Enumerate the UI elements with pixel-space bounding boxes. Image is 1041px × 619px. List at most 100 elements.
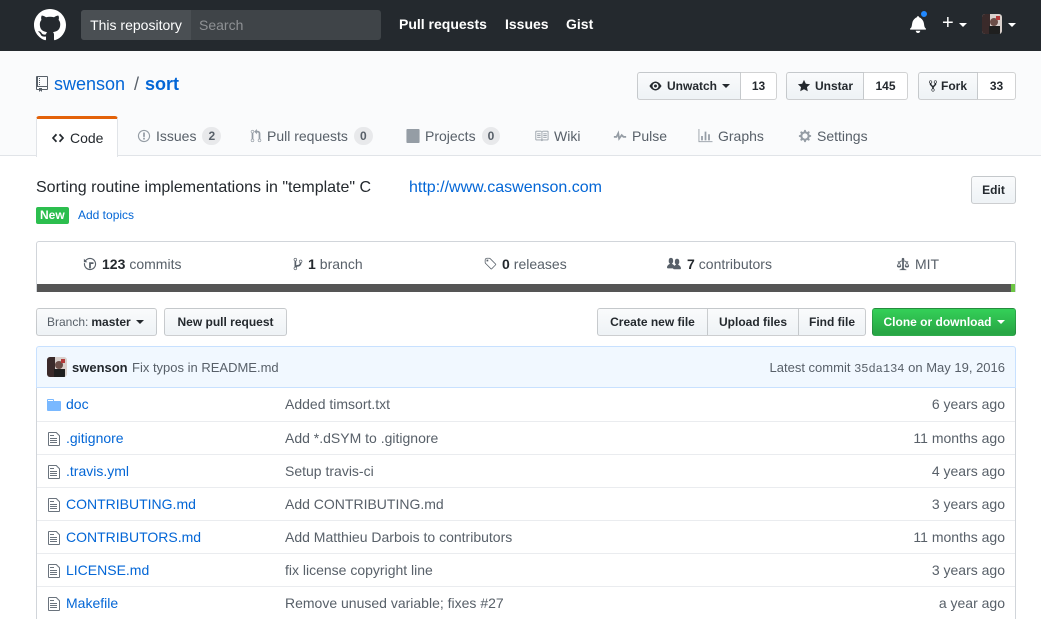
graph-icon — [698, 129, 713, 143]
file-commit-message[interactable]: Add *.dSYM to .gitignore — [285, 430, 438, 446]
repo-icon — [36, 76, 48, 92]
tab-issues[interactable]: Issues 2 — [137, 116, 222, 156]
github-logo-icon[interactable] — [34, 9, 66, 41]
tab-label: Issues — [156, 128, 197, 144]
commit-sha-link[interactable]: 35da134 — [854, 362, 904, 376]
releases-link[interactable]: 0 releases — [483, 256, 567, 272]
avatar-image-icon — [47, 357, 67, 377]
file-name-link[interactable]: LICENSE.md — [66, 562, 149, 578]
fork-label: Fork — [940, 79, 967, 93]
tab-label: Code — [70, 130, 104, 146]
file-commit-message[interactable]: fix license copyright line — [285, 562, 433, 578]
commits-label: commits — [129, 256, 182, 272]
file-commit-message[interactable]: Add CONTRIBUTING.md — [285, 496, 444, 512]
tab-wiki[interactable]: Wiki — [534, 116, 580, 156]
branch-select-button[interactable]: Branch: master — [36, 308, 157, 336]
add-topics-link[interactable]: Add topics — [78, 208, 134, 222]
numbers-summary: 123 commits 1 branch 0 releases 7 contri… — [36, 241, 1016, 292]
file-commit-message[interactable]: Setup travis-ci — [285, 463, 374, 479]
commit-date: May 19, 2016 — [926, 360, 1005, 375]
new-feature-label: New — [36, 207, 69, 224]
tab-code[interactable]: Code — [36, 116, 119, 157]
branches-link[interactable]: 1 branch — [293, 256, 363, 272]
unstar-label: Unstar — [814, 79, 853, 93]
tab-label: Pulse — [632, 128, 668, 144]
chevron-down-icon — [135, 320, 144, 324]
edit-description-button[interactable]: Edit — [971, 176, 1016, 204]
avatar[interactable] — [982, 14, 1002, 34]
plus-icon[interactable]: + — [942, 12, 954, 34]
search-input[interactable] — [191, 10, 381, 40]
law-icon — [896, 257, 910, 271]
license-link[interactable]: MIT — [896, 256, 939, 272]
file-row: CONTRIBUTORS.md Add Matthieu Darbois to … — [37, 520, 1015, 553]
clone-or-download-button[interactable]: Clone or download — [872, 308, 1016, 336]
repo-homepage-link[interactable]: http://www.caswenson.com — [409, 179, 602, 197]
tab-label: Graphs — [718, 128, 764, 144]
file-row: CONTRIBUTING.md Add CONTRIBUTING.md 3 ye… — [37, 487, 1015, 520]
file-age: 3 years ago — [931, 496, 1005, 512]
repo-owner-link[interactable]: swenson — [54, 74, 125, 95]
tab-settings[interactable]: Settings — [798, 116, 868, 156]
tab-label: Projects — [425, 128, 476, 144]
repo-name-link[interactable]: sort — [145, 74, 179, 95]
commit-author-link[interactable]: swenson — [72, 360, 128, 375]
fork-button[interactable]: Fork — [918, 72, 978, 100]
unread-indicator — [919, 9, 929, 19]
find-file-button[interactable]: Find file — [798, 308, 866, 336]
file-name-link[interactable]: Makefile — [66, 595, 118, 611]
file-name-link[interactable]: CONTRIBUTING.md — [66, 496, 196, 512]
commits-link[interactable]: 123 commits — [83, 256, 181, 272]
star-count[interactable]: 145 — [864, 72, 908, 100]
watch-count[interactable]: 13 — [741, 72, 777, 100]
tab-projects[interactable]: Projects 0 — [406, 116, 501, 156]
gear-icon — [798, 129, 812, 143]
file-name-link[interactable]: doc — [66, 396, 89, 412]
history-icon — [83, 257, 97, 271]
file-icon — [48, 465, 60, 479]
tab-label: Settings — [817, 128, 868, 144]
commit-meta: Latest commit 35da134 on May 19, 2016 — [770, 360, 1005, 376]
file-name-link[interactable]: .gitignore — [66, 430, 124, 446]
latest-commit-bar: swenson Fix typos in README.md Latest co… — [36, 346, 1016, 388]
latest-commit-prefix: Latest commit — [769, 360, 851, 375]
unwatch-label: Unwatch — [666, 79, 717, 93]
tab-pull-requests[interactable]: Pull requests 0 — [250, 116, 373, 156]
file-icon — [48, 564, 60, 578]
unstar-button[interactable]: Unstar — [786, 72, 864, 100]
tab-pulse[interactable]: Pulse — [613, 116, 667, 156]
file-icon — [48, 531, 60, 545]
file-age: 11 months ago — [913, 430, 1005, 446]
file-commit-message[interactable]: Add Matthieu Darbois to contributors — [285, 529, 512, 545]
avatar[interactable] — [47, 357, 67, 377]
file-commit-message[interactable]: Remove unused variable; fixes #27 — [285, 595, 504, 611]
nav-gist[interactable]: Gist — [566, 16, 593, 32]
file-commit-message[interactable]: Added timsort.txt — [285, 396, 390, 412]
file-age: 6 years ago — [931, 396, 1005, 412]
upload-files-button[interactable]: Upload files — [707, 308, 799, 336]
file-name-link[interactable]: CONTRIBUTORS.md — [66, 529, 201, 545]
scope-label[interactable]: This repository — [81, 10, 191, 40]
nav-pull-requests[interactable]: Pull requests — [399, 16, 487, 32]
new-pull-request-button[interactable]: New pull request — [164, 308, 287, 336]
branches-count: 1 — [308, 256, 316, 272]
fork-group: Fork 33 — [918, 72, 1016, 100]
language-bar[interactable] — [37, 284, 1015, 292]
repo-separator: / — [134, 74, 140, 94]
language-bar-segment — [1011, 284, 1015, 292]
book-icon — [535, 130, 549, 142]
clone-label: Clone or download — [883, 315, 992, 329]
tab-label: Wiki — [554, 128, 581, 144]
create-new-file-button[interactable]: Create new file — [597, 308, 708, 336]
contributors-label: contributors — [698, 256, 772, 272]
file-name-link[interactable]: .travis.yml — [66, 463, 129, 479]
tab-graphs[interactable]: Graphs — [698, 116, 764, 156]
search-scope: This repository — [81, 10, 381, 40]
nav-issues[interactable]: Issues — [505, 16, 549, 32]
file-row: LICENSE.md fix license copyright line 3 … — [37, 553, 1015, 586]
contributors-link[interactable]: 7 contributors — [666, 256, 772, 272]
unwatch-button[interactable]: Unwatch — [637, 72, 741, 100]
commit-message-link[interactable]: Fix typos in README.md — [132, 360, 279, 375]
repo-description: Sorting routine implementations in "temp… — [36, 179, 372, 196]
fork-count[interactable]: 33 — [978, 72, 1016, 100]
